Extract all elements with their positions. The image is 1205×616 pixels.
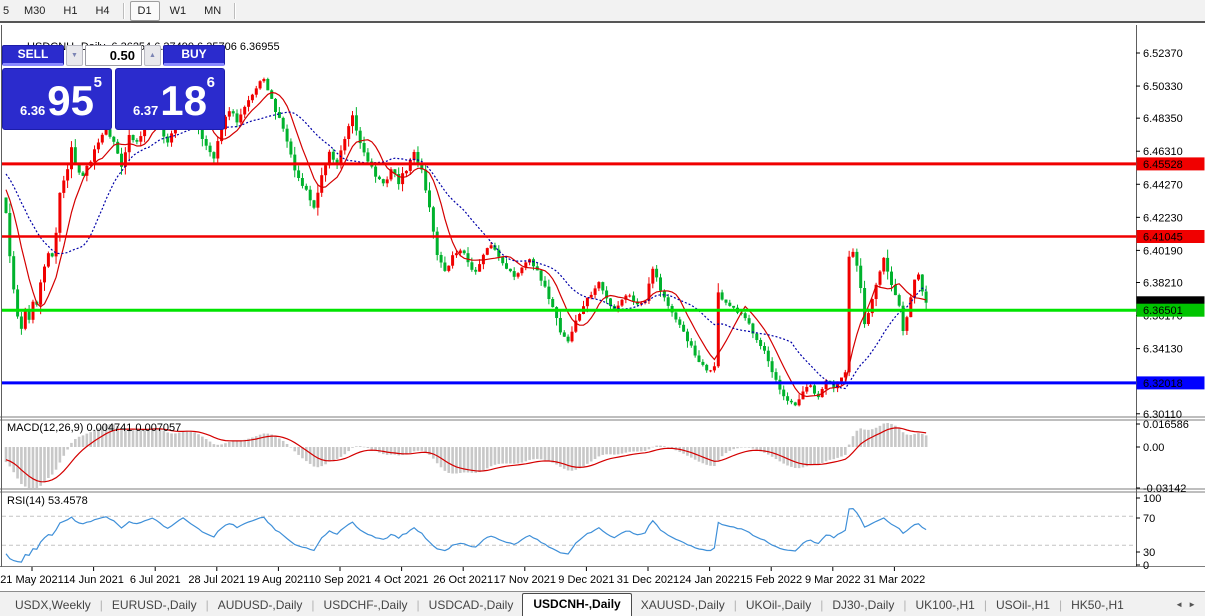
svg-text:6.48350: 6.48350	[1143, 113, 1183, 125]
svg-text:6.50330: 6.50330	[1143, 81, 1183, 93]
sell-price-pip: 5	[94, 74, 102, 91]
toolbar-separator	[234, 3, 236, 19]
chart-tab-uk100-h1[interactable]: UK100-,H1	[906, 595, 983, 616]
chart-tab-ukoil-daily[interactable]: UKOil-,Daily	[737, 595, 820, 616]
svg-text:10 Sep 2021: 10 Sep 2021	[309, 574, 371, 586]
svg-text:9 Mar 2022: 9 Mar 2022	[805, 574, 861, 586]
svg-text:70: 70	[1143, 513, 1155, 525]
svg-text:31 Dec 2021: 31 Dec 2021	[617, 574, 679, 586]
svg-text:6.41045: 6.41045	[1143, 232, 1183, 244]
price-badge-6.45528: 6.45528	[1137, 157, 1205, 171]
svg-text:6.36501: 6.36501	[1143, 305, 1183, 317]
svg-text:17 Nov 2021: 17 Nov 2021	[494, 574, 556, 586]
svg-text:0: 0	[1143, 560, 1149, 572]
svg-text:19 Aug 2021: 19 Aug 2021	[248, 574, 310, 586]
svg-text:30: 30	[1143, 547, 1155, 559]
sell-button[interactable]: SELL	[2, 45, 64, 66]
sell-price-panel[interactable]: 6.36 95 5	[2, 68, 112, 130]
buy-price-big: 18	[160, 73, 207, 129]
svg-text:6.38210: 6.38210	[1143, 278, 1183, 290]
svg-text:24 Jan 2022: 24 Jan 2022	[679, 574, 740, 586]
chart-tab-xauusd-daily[interactable]: XAUUSD-,Daily	[632, 595, 734, 616]
chart-tab-usdx-weekly[interactable]: USDX,Weekly	[6, 595, 100, 616]
timeframe-button-mn[interactable]: MN	[196, 1, 229, 21]
svg-text:9 Dec 2021: 9 Dec 2021	[558, 574, 614, 586]
svg-text:21 May 2021: 21 May 2021	[0, 574, 64, 586]
tab-scroll-right-icon[interactable]: ►	[1188, 600, 1201, 609]
svg-text:6.44270: 6.44270	[1143, 179, 1183, 191]
svg-text:6 Jul 2021: 6 Jul 2021	[130, 574, 181, 586]
chart-tab-usdcnh-daily[interactable]: USDCNH-,Daily	[522, 593, 631, 616]
price-badge-6.41045: 6.41045	[1137, 230, 1205, 244]
sell-price-prefix: 6.36	[20, 103, 45, 118]
volume-decrease-button[interactable]: ▼	[66, 45, 83, 66]
chart-tab-hk50-h1[interactable]: HK50-,H1	[1062, 595, 1133, 616]
svg-text:6.34130: 6.34130	[1143, 344, 1183, 356]
chart-tab-eurusd-daily[interactable]: EURUSD-,Daily	[103, 595, 206, 616]
chart-tab-usdcad-daily[interactable]: USDCAD-,Daily	[420, 595, 523, 616]
svg-text:6.32018: 6.32018	[1143, 378, 1183, 390]
timeframe-button-5[interactable]: 5	[0, 1, 14, 21]
price-badge-6.36501: 6.36501	[1137, 304, 1205, 318]
arrow-down-icon: ▼	[71, 52, 78, 59]
arrow-up-icon: ▲	[149, 52, 156, 59]
buy-price-pip: 6	[207, 74, 215, 91]
chart-tab-audusd-daily[interactable]: AUDUSD-,Daily	[209, 595, 312, 616]
chart-tab-dj30-daily[interactable]: DJ30-,Daily	[823, 595, 903, 616]
timeframe-button-h1[interactable]: H1	[55, 1, 85, 21]
toolbar-separator	[123, 3, 125, 19]
macd-label: MACD(12,26,9) 0.004741 0.007057	[7, 422, 181, 434]
volume-input[interactable]	[85, 45, 142, 66]
svg-text:6.40190: 6.40190	[1143, 245, 1183, 257]
tab-scroll-arrows: ◄►	[1175, 600, 1201, 609]
svg-text:15 Feb 2022: 15 Feb 2022	[740, 574, 802, 586]
svg-text:100: 100	[1143, 493, 1161, 505]
volume-increase-button[interactable]: ▲	[144, 45, 161, 66]
svg-text:6.45528: 6.45528	[1143, 159, 1183, 171]
svg-text:28 Jul 2021: 28 Jul 2021	[188, 574, 245, 586]
svg-text:6.42230: 6.42230	[1143, 212, 1183, 224]
chart-tab-usoil-h1[interactable]: USOil-,H1	[987, 595, 1059, 616]
timeframe-toolbar: 5M30H1H4 D1W1MN	[0, 0, 1205, 23]
price-badge-6.32018: 6.32018	[1137, 376, 1205, 390]
chart-tab-bar: USDX,Weekly|EURUSD-,Daily|AUDUSD-,Daily|…	[0, 591, 1205, 616]
buy-button[interactable]: BUY	[163, 45, 225, 66]
svg-text:6.52370: 6.52370	[1143, 48, 1183, 60]
timeframe-button-d1[interactable]: D1	[130, 1, 160, 21]
buy-price-prefix: 6.37	[133, 103, 158, 118]
one-click-trade-widget: SELL ▼ ▲ BUY 6.36 95 5 6.37 18 6	[2, 45, 225, 130]
tab-scroll-left-icon[interactable]: ◄	[1175, 600, 1188, 609]
rsi-label: RSI(14) 53.4578	[7, 495, 88, 507]
chart-tab-usdchf-daily[interactable]: USDCHF-,Daily	[315, 595, 417, 616]
svg-text:0.00: 0.00	[1143, 442, 1164, 454]
svg-text:6.46310: 6.46310	[1143, 146, 1183, 158]
timeframe-button-h4[interactable]: H4	[87, 1, 117, 21]
svg-text:0.016586: 0.016586	[1143, 419, 1189, 431]
timeframe-button-w1[interactable]: W1	[162, 1, 195, 21]
sell-price-big: 95	[47, 73, 94, 129]
svg-text:4 Oct 2021: 4 Oct 2021	[375, 574, 429, 586]
buy-price-panel[interactable]: 6.37 18 6	[115, 68, 225, 130]
timeframe-button-m30[interactable]: M30	[16, 1, 53, 21]
svg-text:14 Jun 2021: 14 Jun 2021	[63, 574, 124, 586]
svg-text:26 Oct 2021: 26 Oct 2021	[433, 574, 493, 586]
svg-text:31 Mar 2022: 31 Mar 2022	[864, 574, 926, 586]
